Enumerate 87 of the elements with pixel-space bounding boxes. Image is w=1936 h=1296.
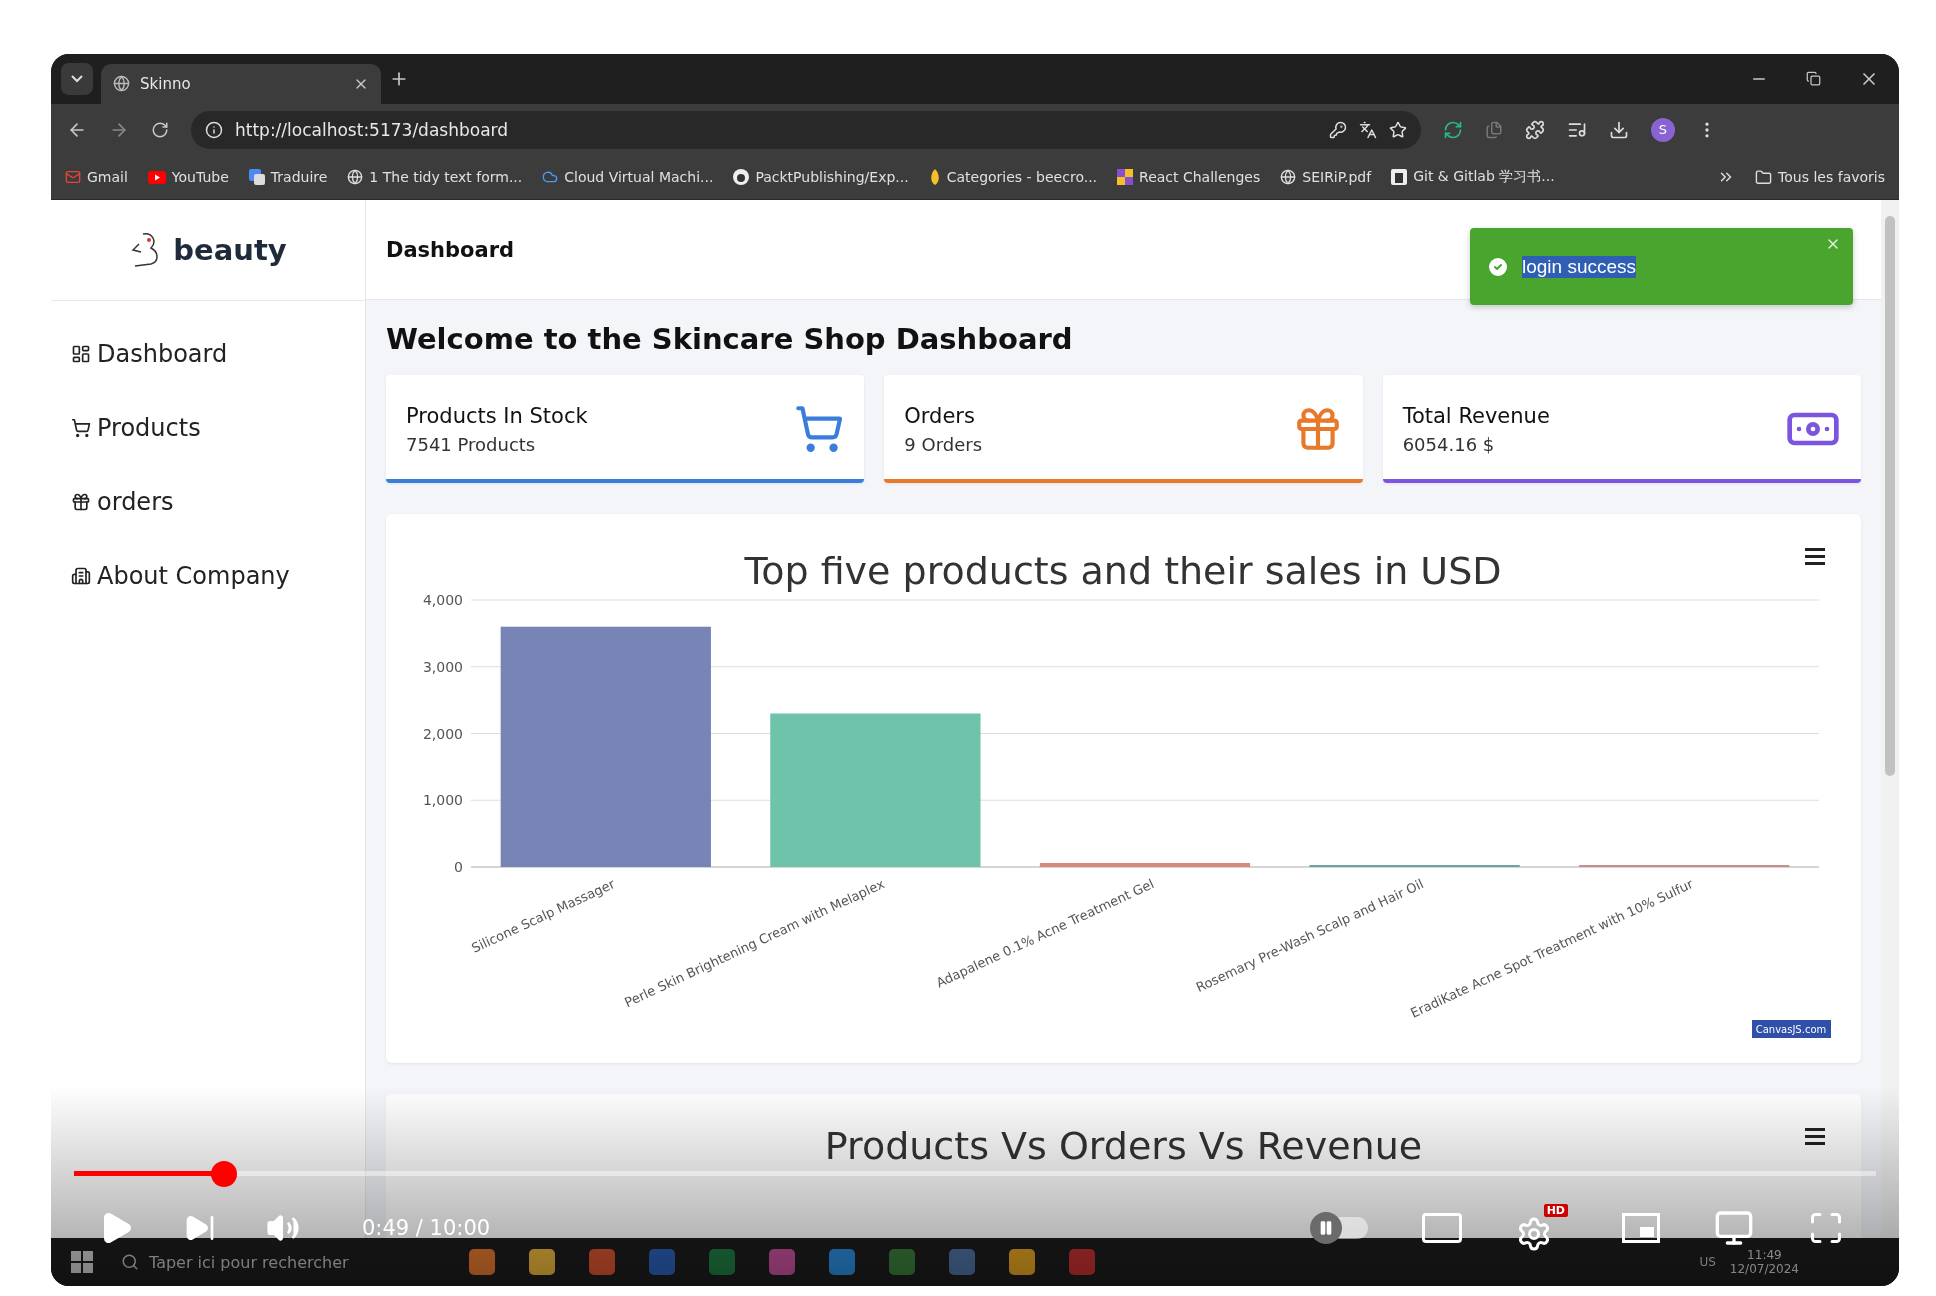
bookmark[interactable]: SEIRiP.pdf <box>1280 169 1372 186</box>
app-tile-icon[interactable] <box>649 1249 675 1276</box>
brand-name: beauty <box>173 233 287 268</box>
app-tile-icon[interactable] <box>1009 1249 1035 1276</box>
clock-date: 12/07/2024 <box>1729 1262 1799 1277</box>
checker-icon <box>1117 169 1134 186</box>
fullscreen-icon[interactable] <box>1808 1210 1844 1246</box>
language-indicator: US <box>1699 1255 1716 1270</box>
pause-icon <box>1318 1220 1334 1236</box>
theater-icon[interactable] <box>1714 1208 1754 1248</box>
app-tile-icon[interactable] <box>829 1249 855 1276</box>
bookmark[interactable]: 1 The tidy text form... <box>347 169 523 186</box>
mail-icon <box>65 169 81 186</box>
taskbar-search[interactable]: Taper ici pour rechercher <box>121 1252 371 1272</box>
app-tile-icon[interactable] <box>469 1249 495 1276</box>
axis-tick-label: 4,000 <box>422 592 463 609</box>
profile-avatar[interactable]: S <box>1651 117 1675 142</box>
bookmark[interactable]: Traduire <box>248 169 328 186</box>
address-bar[interactable]: http://localhost:5173/dashboard <box>191 110 1421 149</box>
building-icon <box>71 566 91 587</box>
app-tile-icon[interactable] <box>889 1249 915 1276</box>
windows-icon[interactable] <box>71 1251 93 1274</box>
puzzle-icon[interactable] <box>1525 119 1545 140</box>
menu-icon[interactable] <box>1805 548 1825 566</box>
axis-tick-label: 2,000 <box>422 725 463 742</box>
bookmark[interactable]: React Challenges <box>1117 169 1261 186</box>
chart-title: Top five products and their sales in USD <box>744 549 1502 594</box>
copy-icon[interactable] <box>1485 120 1503 139</box>
cart-icon <box>794 404 845 455</box>
globe-icon <box>1280 169 1297 186</box>
menu-icon[interactable] <box>1805 1128 1825 1146</box>
bookmark[interactable]: Tous les favoris <box>1755 168 1885 186</box>
bookmark[interactable]: Cloud Virtual Machi... <box>542 169 714 186</box>
leaf-icon <box>928 169 941 186</box>
caret-icon <box>71 74 83 83</box>
app-tile-icon[interactable] <box>709 1249 735 1276</box>
app-tile-icon[interactable] <box>949 1249 975 1276</box>
grid-icon <box>71 344 91 365</box>
play-icon <box>147 170 166 184</box>
stat-title: Total Revenue <box>1402 403 1551 428</box>
page-title: Dashboard <box>386 237 515 262</box>
app-tile-icon[interactable] <box>589 1249 615 1276</box>
globe-icon <box>113 75 130 93</box>
stat-title: Orders <box>904 403 976 428</box>
bookmark[interactable]: PacktPublishing/Exp... <box>733 169 909 186</box>
download-icon[interactable] <box>1609 119 1629 140</box>
tab-list-button[interactable] <box>61 62 93 95</box>
reload-icon[interactable] <box>151 120 169 139</box>
gift-icon <box>71 492 91 513</box>
tab-title: Skinno <box>140 74 192 93</box>
toast-message: login success <box>1522 255 1637 278</box>
miniplayer-icon[interactable] <box>1622 1213 1660 1243</box>
axis-tick-label: 3,000 <box>422 659 463 675</box>
key-icon[interactable] <box>1329 120 1347 139</box>
stat-value: 6054.16 $ <box>1402 433 1496 455</box>
welcome-heading: Welcome to the Skincare Shop Dashboard <box>386 322 1073 357</box>
stat-title: Products In Stock <box>406 403 589 428</box>
credit-label[interactable]: CanvasJS.com <box>1752 1020 1831 1039</box>
translate-icon <box>248 169 265 186</box>
axis-tick-label: 0 <box>454 859 463 876</box>
app-tile-icon[interactable] <box>769 1249 795 1276</box>
clock-time: 11:49 <box>1747 1248 1782 1263</box>
folder-icon <box>1755 168 1773 186</box>
nav-item[interactable]: Dashboard <box>71 331 365 378</box>
bookmark[interactable]: Categories - beecro... <box>928 169 1098 186</box>
nav-item[interactable]: Products <box>71 405 365 452</box>
stat-value: 7541 Products <box>406 433 537 455</box>
bookmark[interactable]: Git & Gitlab 学习书... <box>1391 168 1555 187</box>
app-tile-icon[interactable] <box>529 1249 555 1276</box>
info-icon <box>205 120 223 139</box>
nav-item[interactable]: orders <box>71 479 365 526</box>
sync-icon[interactable] <box>1443 119 1463 140</box>
nav-item[interactable]: About Company <box>71 553 365 600</box>
playback-time: 0:49 / 10:00 <box>362 1216 491 1240</box>
stat-value: 9 Orders <box>904 433 984 455</box>
captions-icon[interactable] <box>1422 1213 1462 1243</box>
bookmark[interactable]: Gmail <box>65 169 128 186</box>
star-icon[interactable] <box>1389 120 1407 139</box>
axis-tick-label: 1,000 <box>422 792 463 809</box>
translate-icon[interactable] <box>1359 120 1377 139</box>
bookmark[interactable]: YouTube <box>147 169 229 186</box>
chart-title: Products Vs Orders Vs Revenue <box>824 1124 1423 1169</box>
globe-icon <box>347 169 364 186</box>
cart-icon <box>71 418 91 439</box>
browser-tab[interactable]: Skinno <box>101 63 381 104</box>
app-tile-icon[interactable] <box>1069 1249 1095 1276</box>
search-icon <box>121 1253 139 1272</box>
